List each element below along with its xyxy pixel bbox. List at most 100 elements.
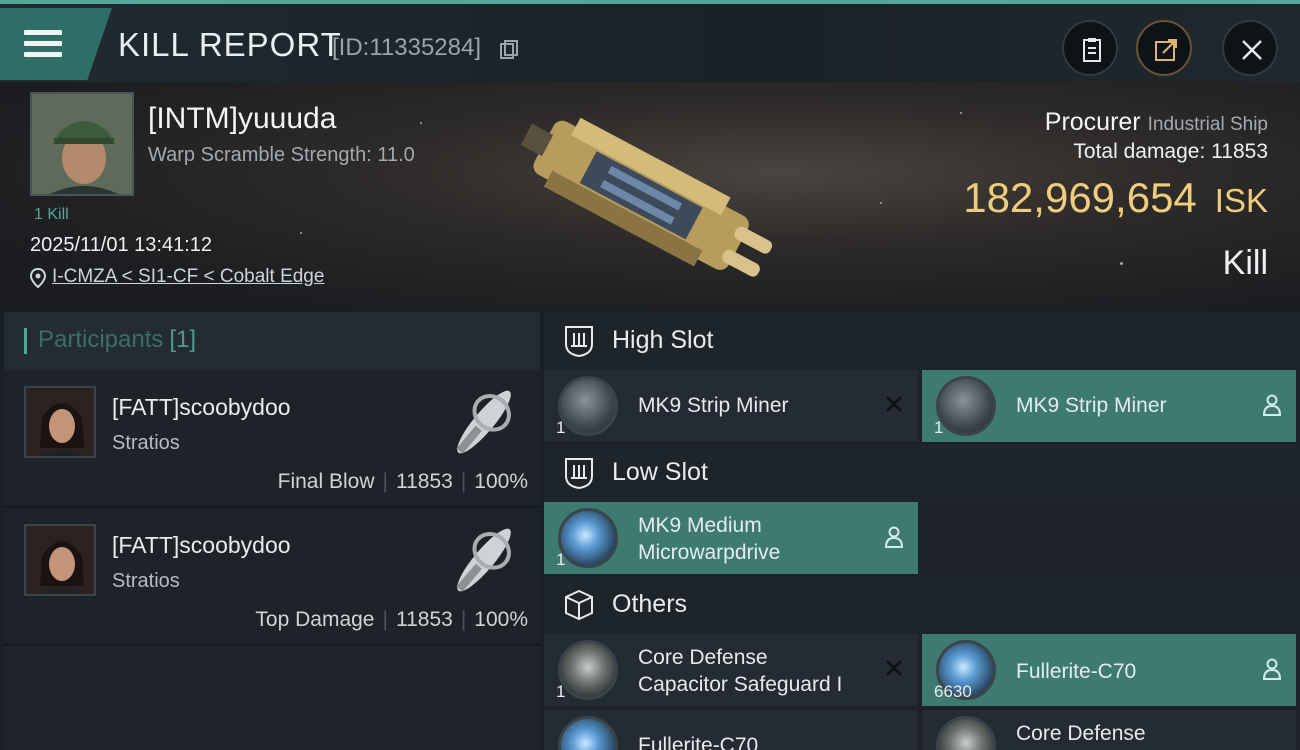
kill-datetime: 2025/11/01 13:41:12 — [30, 234, 213, 256]
participant-role: Final Blow — [277, 470, 375, 493]
participants-count: [1] — [169, 326, 197, 353]
item-quantity: 1 — [556, 682, 566, 701]
participant-name: [FATT]scoobydoo — [112, 394, 291, 420]
participant-stats: Top Damage | 11853 | 100% — [255, 608, 528, 631]
victim-name[interactable]: [INTM]yuuuda — [148, 102, 336, 136]
item-name: MK9 Strip Miner — [1016, 394, 1167, 417]
participant-row[interactable]: [FATT]scoobydoo Stratios Final Blow | 1185… — [4, 370, 540, 508]
participant-avatar[interactable] — [24, 524, 96, 596]
dropped-person-icon — [1262, 394, 1282, 416]
ship-type[interactable]: Procurer Industrial Ship — [1045, 108, 1268, 137]
kill-location-link[interactable]: I-CMZA < SI1-CF < Cobalt Edge — [30, 266, 324, 288]
stratios-ship-image — [456, 390, 511, 454]
total-damage-label: Total damage: — [1073, 140, 1206, 163]
clipboard-icon — [1083, 38, 1101, 62]
ship-class: Industrial Ship — [1147, 114, 1268, 135]
isk-unit: ISK — [1214, 182, 1268, 219]
fitting-item[interactable]: 1 MK9 Strip Miner — [922, 370, 1296, 442]
item-name: Core Defense Capacitor Safeguard I — [638, 644, 842, 698]
item-quantity: 6630 — [934, 682, 972, 701]
strip-miner-icon — [558, 376, 618, 436]
kill-result: Kill — [1222, 244, 1268, 282]
participant-row[interactable]: [FATT]scoobydoo Stratios Top Damage | 1185… — [4, 508, 540, 646]
item-name: MK9 Strip Miner — [638, 394, 789, 417]
others-header: Others — [544, 576, 1300, 634]
pilot-portrait-icon — [26, 388, 94, 456]
copy-icon[interactable] — [500, 40, 518, 60]
close-button[interactable] — [1222, 20, 1278, 76]
close-icon — [1242, 40, 1262, 60]
fitting-item[interactable]: 1 MK9 Strip Miner — [544, 370, 918, 442]
participants-header: Participants [1] — [4, 312, 540, 370]
participant-ship: Stratios — [112, 432, 180, 454]
pilot-portrait-icon — [26, 526, 94, 594]
pilot-portrait-icon — [32, 94, 132, 194]
fitting-item[interactable]: Core Defense — [922, 710, 1296, 750]
procurer-ship-image — [520, 117, 773, 277]
fitting-item[interactable]: 1 MK9 Medium Microwarpdrive — [544, 502, 918, 574]
core-defense-icon — [936, 716, 996, 750]
participant-role: Top Damage — [255, 608, 375, 631]
item-name: Fullerite-C70 — [638, 734, 759, 750]
destroyed-x-icon — [886, 396, 902, 412]
participants-title: Participants — [38, 326, 164, 353]
low-slot-header: Low Slot — [544, 444, 1300, 502]
report-id: [ID:11335284] — [332, 34, 482, 61]
isk-value: 182,969,654 — [963, 174, 1197, 221]
dropped-person-icon — [884, 526, 904, 548]
victim-summary: [INTM]yuuuda Warp Scramble Strength: 11.… — [0, 82, 1300, 310]
share-button[interactable] — [1136, 20, 1192, 76]
participant-name: [FATT]scoobydoo — [112, 532, 291, 558]
dropped-person-icon — [1262, 658, 1282, 680]
high-slot-icon — [565, 326, 593, 358]
participant-ship: Stratios — [112, 570, 180, 592]
item-name-line1: Core Defense — [638, 646, 768, 669]
low-slot-label: Low Slot — [612, 458, 708, 486]
kill-count: 1 Kill — [34, 206, 69, 223]
fullerite-icon — [558, 716, 618, 750]
fitting-slots-panel: High Slot 1 MK9 Strip Miner 1 MK9 Strip … — [544, 312, 1300, 750]
location-pin-icon — [30, 268, 46, 288]
total-damage: Total damage: 11853 — [1073, 140, 1268, 164]
fitting-item[interactable]: Fullerite-C70 — [544, 710, 918, 750]
item-name: Core Defense — [1016, 722, 1146, 745]
fitting-item[interactable]: 1 Core Defense Capacitor Safeguard I — [544, 634, 918, 706]
share-icon — [1155, 39, 1177, 61]
ship-name: Procurer — [1044, 108, 1141, 136]
stratios-ship-image — [456, 528, 511, 592]
menu-button[interactable] — [0, 8, 112, 80]
fitting-item[interactable]: 6630 Fullerite-C70 — [922, 634, 1296, 706]
item-name-line2: Capacitor Safeguard I — [638, 673, 843, 696]
strip-miner-icon — [936, 376, 996, 436]
participants-panel: Participants [1] [FATT]scoobydoo Stratios… — [4, 312, 540, 750]
total-damage-value: 11853 — [1211, 140, 1268, 163]
item-quantity: 1 — [556, 418, 566, 437]
high-slot-label: High Slot — [612, 326, 714, 354]
item-quantity: 1 — [934, 418, 944, 437]
item-name: MK9 Medium Microwarpdrive — [638, 512, 780, 566]
warp-scramble-strength: Warp Scramble Strength: 11.0 — [148, 144, 415, 166]
low-slot-icon — [565, 458, 593, 490]
participant-stats: Final Blow | 11853 | 100% — [277, 470, 528, 493]
cargo-box-icon — [565, 589, 593, 621]
clipboard-button[interactable] — [1062, 20, 1118, 76]
item-name-line1: MK9 Medium — [638, 514, 762, 537]
victim-avatar[interactable] — [30, 92, 134, 196]
location-text: I-CMZA < SI1-CF < Cobalt Edge — [52, 266, 325, 287]
participant-avatar[interactable] — [24, 386, 96, 458]
high-slot-header: High Slot — [544, 312, 1300, 370]
others-label: Others — [612, 590, 688, 618]
participant-damage: 11853 — [395, 608, 453, 631]
isk-value-row: 182,969,654 ISK — [963, 174, 1268, 222]
microwarpdrive-icon — [558, 508, 618, 568]
item-name: Fullerite-C70 — [1016, 660, 1137, 683]
header-bar: KILL REPORT [ID:11335284] — [0, 0, 1300, 82]
participant-percent: 100% — [474, 608, 528, 631]
item-quantity: 1 — [556, 550, 566, 569]
item-name-line2: Microwarpdrive — [638, 541, 781, 564]
participant-damage: 11853 — [395, 470, 453, 493]
participant-percent: 100% — [474, 470, 528, 493]
capacitor-safeguard-icon — [558, 640, 618, 700]
page-title: KILL REPORT — [118, 26, 342, 63]
destroyed-x-icon — [886, 660, 902, 676]
